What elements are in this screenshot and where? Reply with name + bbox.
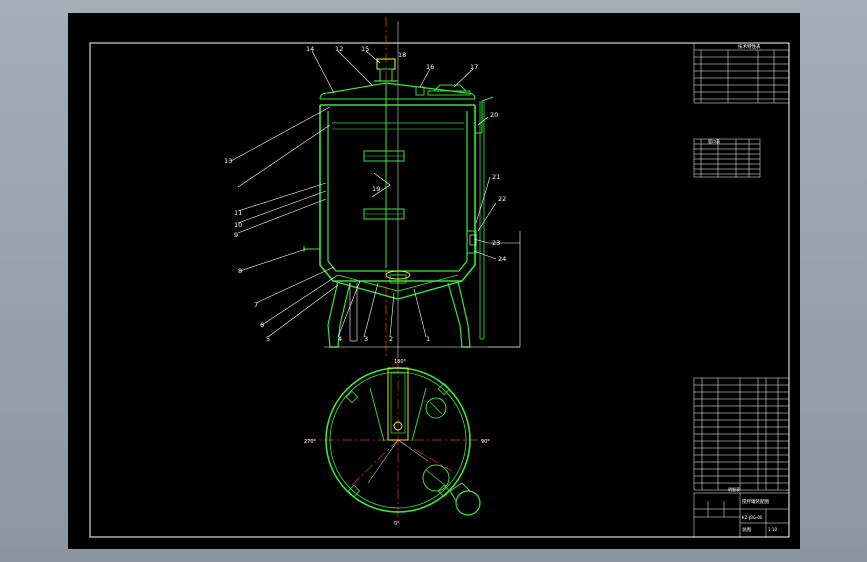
- balloon-15: 15: [361, 45, 369, 53]
- balloon-18: 18: [398, 51, 406, 59]
- balloon-4: 4: [338, 335, 342, 343]
- nozzle-table-heading: 管口表: [708, 138, 720, 144]
- balloon-22: 22: [498, 195, 506, 203]
- balloon-19: 19: [372, 185, 380, 193]
- balloon-21: 21: [492, 173, 500, 181]
- balloon-12: 12: [335, 45, 343, 53]
- drawing-sheet: 1 2 3 4 5 6 7 8 9 10 11 12 13 14 15 16 17 18 19 20 21 22 23 24: [68, 13, 800, 549]
- balloon-20: 20: [490, 111, 498, 119]
- tank-elevation-view: [303, 17, 521, 358]
- spec-table-heading: 技术特性表: [738, 43, 761, 50]
- balloon-2: 2: [389, 335, 393, 343]
- plan-mark-right: 90°: [481, 439, 490, 445]
- balloon-8: 8: [238, 267, 242, 275]
- plan-mark-top: 180°: [394, 359, 407, 365]
- nozzle-table: [693, 138, 761, 178]
- balloon-14: 14: [306, 45, 314, 53]
- balloon-3: 3: [364, 335, 368, 343]
- drawing-number: KZ-JBG-00: [742, 515, 763, 520]
- balloon-11: 11: [234, 209, 242, 217]
- tank-plan-view: [306, 363, 490, 521]
- balloon-13: 13: [224, 157, 232, 165]
- balloon-10: 10: [234, 221, 242, 229]
- drawing-scale: 1:10: [768, 527, 777, 532]
- cad-viewport[interactable]: 1 2 3 4 5 6 7 8 9 10 11 12 13 14 15 16 17 18 19 20 21 22 23 24: [0, 0, 867, 562]
- balloon-17: 17: [470, 63, 478, 71]
- balloon-7: 7: [254, 301, 258, 309]
- plan-mark-left: 270°: [304, 439, 317, 445]
- balloon-24: 24: [498, 255, 506, 263]
- drawing-border: [89, 42, 790, 538]
- balloon-23: 23: [492, 239, 500, 247]
- drawing-title: 搅拌罐装配图: [742, 498, 769, 505]
- balloon-5: 5: [266, 335, 270, 343]
- balloon-1: 1: [426, 335, 430, 343]
- balloon-6: 6: [260, 321, 264, 329]
- sheet-label: 总图: [742, 526, 751, 533]
- balloon-16: 16: [426, 63, 434, 71]
- spec-table: [693, 42, 790, 104]
- plan-mark-bottom: 0°: [394, 521, 400, 527]
- parts-list-heading: 明细表: [728, 486, 740, 492]
- leader-lines: [230, 50, 497, 338]
- balloon-9: 9: [234, 231, 238, 239]
- plan-angle-marks: 180° 270° 90° 0°: [304, 359, 490, 527]
- parts-list-table: [693, 377, 790, 491]
